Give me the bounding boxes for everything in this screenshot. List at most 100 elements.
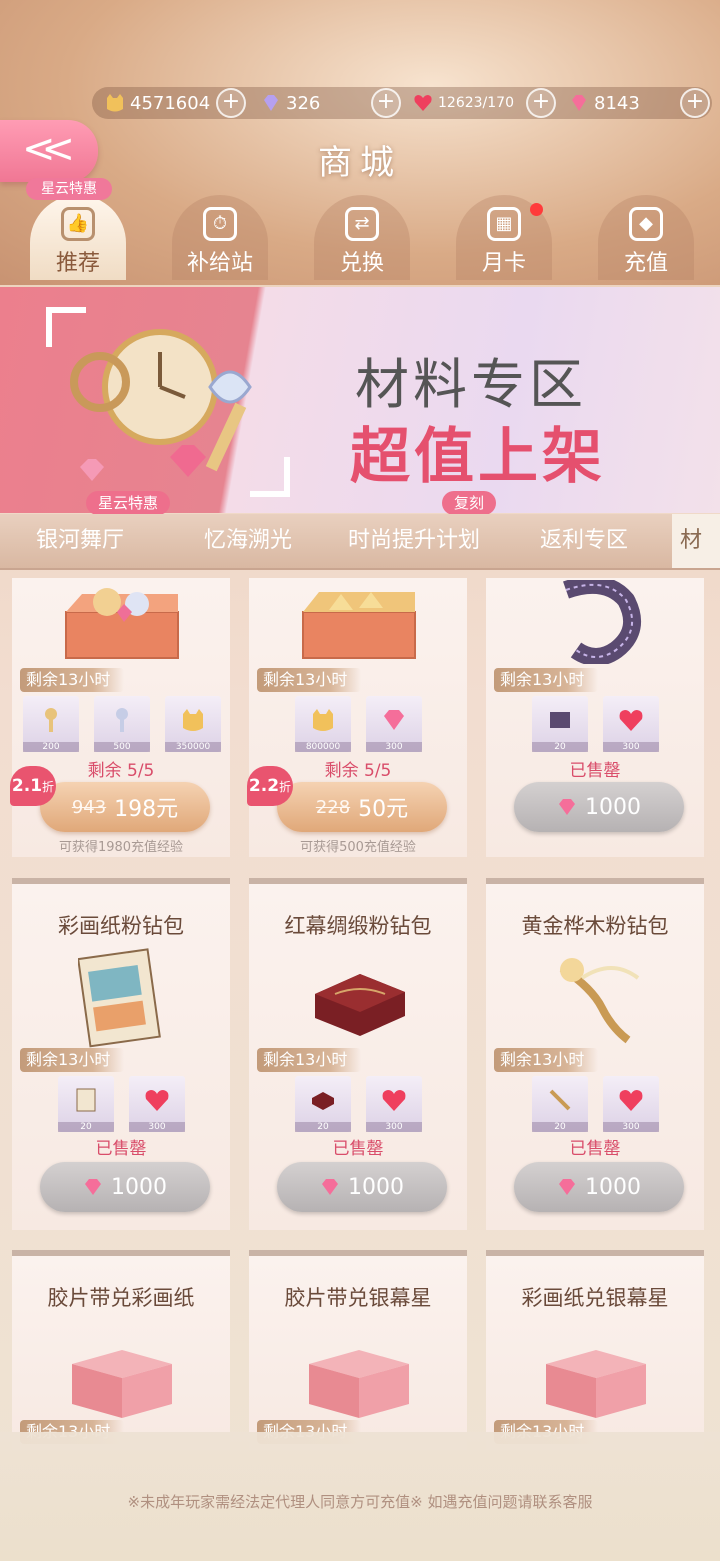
add-purple-diamond-button[interactable]: + <box>371 88 401 118</box>
cat-coin-icon <box>313 709 333 731</box>
tab-label: 补给站 <box>186 251 253 276</box>
buy-button[interactable]: 1000 <box>514 782 684 832</box>
clock-gift-icon: ⏱ <box>203 207 237 241</box>
product-card[interactable]: 剩余13小时 200 500 350000 剩余 5/5 943 198元 2.… <box>10 578 230 857</box>
painting-paper-icon <box>76 1088 96 1112</box>
item-slot[interactable]: 500 <box>94 696 150 752</box>
frame-corner <box>46 307 86 347</box>
pink-gift-box-image <box>309 1350 409 1418</box>
heart-icon <box>619 710 643 731</box>
diamond-price: 1000 <box>585 794 641 820</box>
pink-gift-box-image <box>546 1350 646 1418</box>
product-card[interactable]: 剩余13小时 800000 300 剩余 5/5 228 50元 2.2折 可获… <box>247 578 467 857</box>
subtab-rebate-zone[interactable]: 返利专区 <box>540 514 628 568</box>
item-slot[interactable]: 300 <box>603 1076 659 1132</box>
product-title: 彩画纸兑银幕星 <box>521 1286 669 1310</box>
page-title: 商城 <box>318 143 402 183</box>
tab-supply-station[interactable]: ⏱ 补给站 <box>172 195 268 280</box>
product-card[interactable]: 剩余13小时 20 300 已售罄 1000 <box>486 578 704 857</box>
pink-gift-box-image <box>72 1350 172 1418</box>
time-remaining: 剩余13小时 <box>257 1048 362 1072</box>
diamond-price: 1000 <box>111 1174 167 1200</box>
item-slot[interactable]: 20 <box>532 1076 588 1132</box>
pink-diamond-icon <box>559 1179 575 1195</box>
buy-button[interactable]: 1000 <box>40 1162 210 1212</box>
product-card[interactable]: 胶片带兑银幕星 剩余13小时 <box>249 1250 467 1450</box>
buy-button[interactable]: 1000 <box>277 1162 447 1212</box>
golden-birch-image <box>559 958 640 1044</box>
stamina-counter: 12623/170 <box>412 87 514 119</box>
coin-value: 4571604 <box>130 92 211 114</box>
frame-corner <box>250 457 290 497</box>
subtab-fashion-plan[interactable]: 时尚提升计划 <box>348 514 480 568</box>
item-slot[interactable]: 300 <box>603 696 659 752</box>
buy-button[interactable]: 943 198元 <box>40 782 210 832</box>
discount-badge: 2.1折 <box>10 766 56 806</box>
pink-diamond-icon <box>85 1179 101 1195</box>
item-slot[interactable]: 200 <box>23 696 79 752</box>
item-slot[interactable]: 300 <box>366 696 422 752</box>
original-price: 228 <box>315 796 351 818</box>
diamond-price: 1000 <box>348 1174 404 1200</box>
recharge-exp-note: 可获得500充值经验 <box>300 840 416 855</box>
pink-diamond-icon <box>322 1179 338 1195</box>
item-slot[interactable]: 20 <box>532 696 588 752</box>
film-strip-icon <box>550 712 570 728</box>
buy-button[interactable]: 1000 <box>514 1162 684 1212</box>
sale-price: 198元 <box>114 797 179 822</box>
time-remaining: 剩余13小时 <box>20 1048 125 1072</box>
tab-exchange[interactable]: ⇄ 兑换 <box>314 195 410 280</box>
add-coin-button[interactable]: + <box>216 88 246 118</box>
product-title: 红幕绸缎粉钻包 <box>284 914 432 938</box>
red-satin-icon <box>312 1092 334 1110</box>
calendar-icon: ▦ <box>487 207 521 241</box>
film-strip-image <box>563 580 642 664</box>
pink-diamond-value: 8143 <box>594 92 640 114</box>
subtab-memory-sea[interactable]: 忆海溯光 <box>204 514 292 568</box>
recharge-notice: ※未成年玩家需经法定代理人同意方可充值※ 如遇充值问题请联系客服 <box>127 1493 593 1511</box>
time-remaining: 剩余13小时 <box>257 668 362 692</box>
purple-diamond-icon <box>264 95 278 111</box>
product-card[interactable]: 红幕绸缎粉钻包 剩余13小时 20 300 已售罄 1000 <box>249 878 467 1230</box>
golden-key-icon <box>45 708 57 732</box>
tab-recharge[interactable]: ◆ 充值 <box>598 195 694 280</box>
sale-price: 50元 <box>358 797 409 822</box>
item-slot[interactable]: 300 <box>129 1076 185 1132</box>
diamond-price: 1000 <box>585 1174 641 1200</box>
cat-coin-icon <box>183 709 203 731</box>
item-slot[interactable]: 20 <box>295 1076 351 1132</box>
heart-icon <box>145 1090 169 1111</box>
product-title: 胶片带兑银幕星 <box>284 1286 432 1310</box>
item-slot[interactable]: 20 <box>58 1076 114 1132</box>
diamond-icon: ◆ <box>629 207 663 241</box>
stock-status: 已售罄 <box>569 1139 621 1159</box>
product-title: 彩画纸粉钻包 <box>58 914 184 938</box>
tab-label: 月卡 <box>481 251 526 276</box>
recharge-exp-note: 可获得1980充值经验 <box>58 840 184 855</box>
gold-box-image <box>302 592 416 659</box>
tab-label: 充值 <box>623 251 668 276</box>
cat-coin-icon <box>107 94 123 112</box>
item-slot[interactable]: 350000 <box>165 696 221 752</box>
add-pink-diamond-button[interactable]: + <box>680 88 710 118</box>
stamina-value: 12623/170 <box>438 95 514 111</box>
add-stamina-button[interactable]: + <box>526 88 556 118</box>
thumbs-up-icon: 👍 <box>61 207 95 241</box>
item-slot[interactable]: 800000 <box>295 696 351 752</box>
subtab-materials[interactable]: 材 <box>672 514 720 568</box>
purple-diamond-value: 326 <box>286 92 321 114</box>
buy-button[interactable]: 228 50元 <box>277 782 447 832</box>
subtab-galaxy-ballroom[interactable]: 银河舞厅 <box>36 514 124 568</box>
product-card[interactable]: 彩画纸兑银幕星 剩余13小时 <box>486 1250 704 1450</box>
original-price: 943 <box>71 796 107 818</box>
product-card[interactable]: 胶片带兑彩画纸 剩余13小时 <box>12 1250 230 1450</box>
silver-key-icon <box>116 708 128 732</box>
item-slot[interactable]: 300 <box>366 1076 422 1132</box>
purple-diamond-counter: 326 <box>260 87 320 119</box>
banner-badge-left: 星云特惠 <box>86 491 171 515</box>
tab-label: 推荐 <box>55 251 100 276</box>
pink-diamond-counter: 8143 <box>568 87 640 119</box>
product-card[interactable]: 黄金桦木粉钻包 剩余13小时 20 300 已售罄 1000 <box>486 878 704 1230</box>
tab-recommend[interactable]: 👍 推荐 <box>30 195 126 280</box>
product-card[interactable]: 彩画纸粉钻包 剩余13小时 20 300 已售罄 1000 <box>12 878 230 1230</box>
